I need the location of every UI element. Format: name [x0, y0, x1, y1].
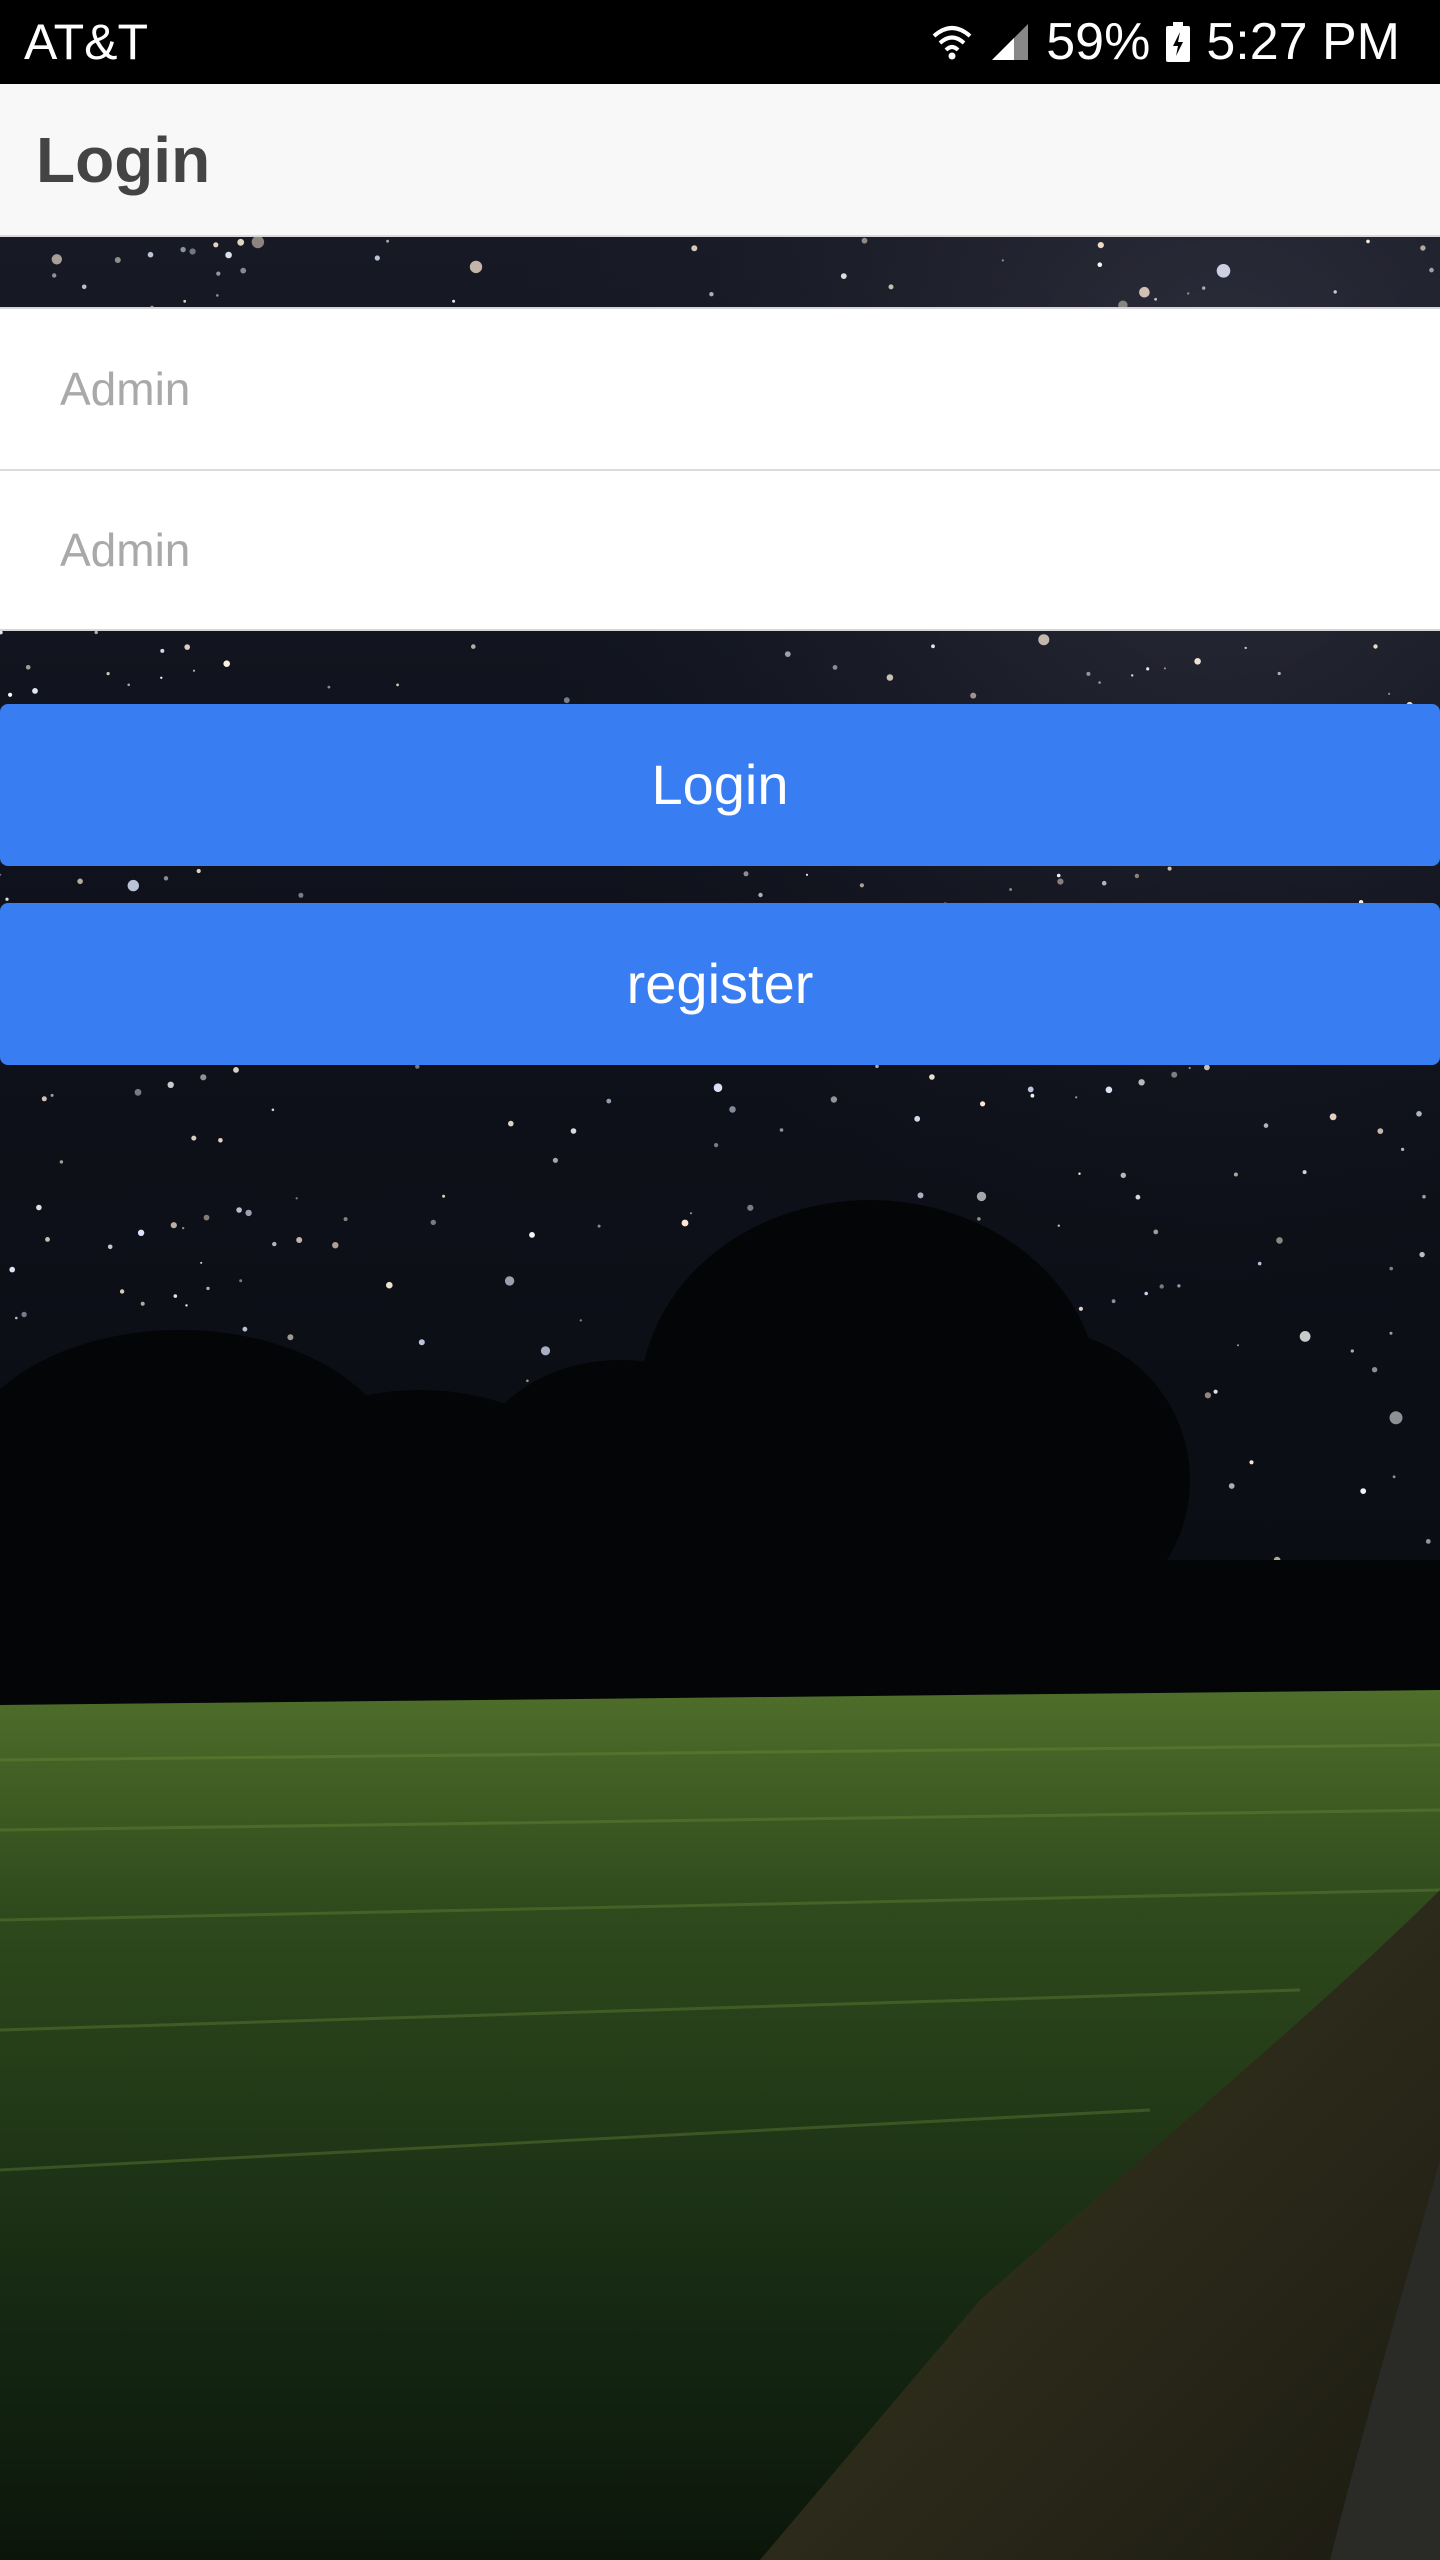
battery-percent: 59%	[1046, 13, 1151, 71]
password-input[interactable]	[0, 469, 1440, 629]
wifi-icon	[930, 20, 974, 64]
cell-signal-icon	[988, 20, 1032, 64]
battery-charging-icon	[1164, 20, 1192, 64]
clock: 5:27 PM	[1206, 13, 1400, 71]
login-screen: AT&T 59% 5:27 PM Login Admin Login regis…	[0, 0, 1440, 2560]
register-button[interactable]: register	[0, 903, 1440, 1065]
status-bar: AT&T 59% 5:27 PM	[0, 0, 1440, 84]
login-form	[0, 307, 1440, 631]
page-title: Login	[36, 124, 211, 196]
carrier-label: AT&T	[24, 14, 149, 70]
login-button[interactable]: Login	[0, 704, 1440, 866]
username-input[interactable]	[0, 309, 1440, 469]
status-icons: 59% 5:27 PM	[930, 12, 1400, 72]
app-bar: Login	[0, 84, 1440, 237]
